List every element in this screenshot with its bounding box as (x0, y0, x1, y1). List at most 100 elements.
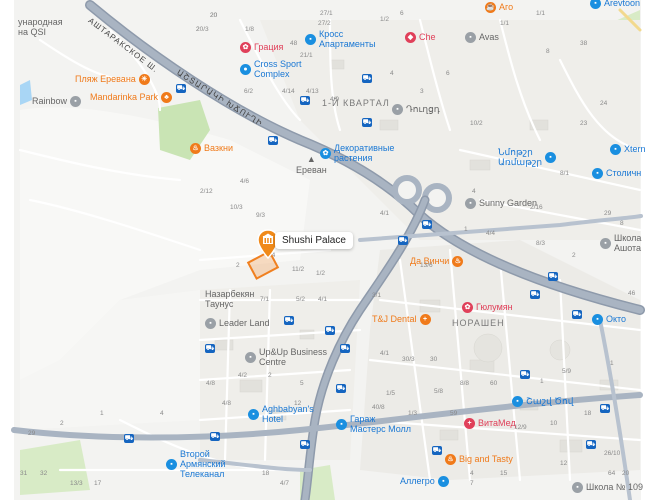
house-number: 1/1 (536, 10, 546, 17)
bus-stop-icon[interactable]: ⛟ (362, 118, 372, 127)
poi-cross-sport[interactable]: ● Cross Sport Complex (240, 59, 302, 80)
bus-stop-icon[interactable]: ⛟ (398, 236, 408, 245)
shop-icon: ▪ (592, 314, 603, 325)
house-number: 12 (560, 460, 568, 467)
poi-xtern[interactable]: ▪ Xtern (610, 144, 646, 155)
bus-stop-icon[interactable]: ⛟ (284, 316, 294, 325)
house-number: 8/3 (536, 240, 546, 247)
poi-allegro[interactable]: Аллегро ▪ (400, 476, 449, 487)
bus-stop-icon[interactable]: ⛟ (530, 290, 540, 299)
poi-dekor[interactable]: ✿ Декоративные растения (320, 143, 394, 164)
poi-qsi[interactable]: унарoдная на QSI (18, 17, 63, 38)
house-number: 4 (160, 410, 164, 417)
bus-stop-icon[interactable]: ⛟ (600, 404, 610, 413)
poi-leader-land[interactable]: ▪ Leader Land (205, 318, 270, 329)
house-number: 29 (604, 210, 612, 217)
poi-school-109[interactable]: ▪ Школа № 109 (572, 482, 643, 493)
house-number: 8 (620, 220, 624, 227)
poi-vitamed[interactable]: + ВитаМед (464, 418, 516, 429)
bus-stop-icon[interactable]: ⛟ (176, 84, 186, 93)
house-number: 8 (546, 48, 550, 55)
house-number: 3/1 (372, 292, 382, 299)
bus-stop-icon[interactable]: ⛟ (340, 344, 350, 353)
poi-arevtoon[interactable]: ▪ Arevtoon (590, 0, 640, 9)
poi-shashvt[interactable]: ▪ Շաշվ Ծով (512, 396, 573, 407)
poi-che[interactable]: ◆ Che (405, 32, 436, 43)
bus-stop-icon[interactable]: ⛟ (300, 440, 310, 449)
house-number: 17 (94, 480, 102, 487)
poi-kross[interactable]: ▪ Кросс Апартаменты (305, 29, 375, 50)
poi-avas[interactable]: ▪ Avas (465, 32, 499, 43)
poi-nmotshr[interactable]: Նմոթշր Առմաթշր ▪ (498, 147, 557, 168)
poi-vazkni[interactable]: ♨ Вазкни (190, 143, 233, 154)
selected-place-label[interactable]: Shushi Palace (275, 232, 353, 249)
house-number: 18 (262, 470, 270, 477)
house-number: 3 (420, 88, 424, 95)
park-icon: ♣ (161, 92, 173, 103)
bus-stop-icon[interactable]: ⛟ (432, 446, 442, 455)
school-icon: ▪ (572, 482, 583, 493)
poi-big-tasty[interactable]: ♨ Big and Tasty (445, 454, 513, 465)
house-number: 20 (622, 470, 630, 477)
house-number: 1/8 (245, 26, 255, 33)
poi-garazh[interactable]: ▪ Гараж Мастерс Молл (336, 414, 411, 435)
bus-stop-icon[interactable]: ⛟ (422, 220, 432, 229)
restaurant-icon: ♨ (445, 454, 456, 465)
house-number: 4/9 (330, 96, 340, 103)
bus-stop-icon[interactable]: ⛟ (362, 74, 372, 83)
map-view[interactable]: АШТАРАКСКОЕ Ш. ԱՇՏԱՐԱԿԻ ԽՃՈՒՂԻ 1-Й КВАРТ… (0, 0, 655, 500)
house-number: 4/6 (240, 178, 250, 185)
house-number: 1 (610, 360, 614, 367)
bus-stop-icon[interactable]: ⛟ (572, 310, 582, 319)
poi-upup[interactable]: ▪ Up&Up Business Centre (245, 347, 327, 368)
poi-yerevan[interactable]: ▲ Ереван (296, 154, 327, 176)
poi-ago[interactable]: ☕ Аго (485, 2, 513, 13)
bus-stop-icon[interactable]: ⛟ (548, 272, 558, 281)
house-number: 4/1 (318, 296, 328, 303)
poi-nazarbekyan[interactable]: Назарбекян Таунус (205, 289, 254, 310)
house-number: 4 (390, 70, 394, 77)
house-number: 10 (550, 420, 558, 427)
poi-rainbow[interactable]: Rainbow ▪ (32, 96, 82, 107)
shop-icon: ▪ (512, 396, 523, 407)
house-number: 59 (450, 410, 458, 417)
house-number: 24 (600, 100, 608, 107)
house-number: 4/8 (206, 380, 216, 387)
house-number: 4/14 (282, 88, 295, 95)
bus-stop-icon[interactable]: ⛟ (520, 370, 530, 379)
house-number: 18 (584, 410, 592, 417)
poi-da-vinchi[interactable]: Да Винчи ♨ (410, 256, 464, 267)
bus-stop-icon[interactable]: ⛟ (205, 344, 215, 353)
poi-gracia[interactable]: ✿ Грация (240, 42, 283, 53)
poi-aghbabyan[interactable]: ▪ Aghbabyan's Hotel (248, 404, 314, 425)
house-number: 8/8 (460, 380, 470, 387)
house-number: 2/12 (200, 188, 213, 195)
poi-gyulumyan[interactable]: ✿ Гюлумян (462, 302, 513, 313)
poi-tj-dental[interactable]: T&J Dental + (372, 314, 431, 325)
bus-stop-icon[interactable]: ⛟ (336, 384, 346, 393)
house-number: 4 (470, 470, 474, 477)
shop-icon: ▪ (70, 96, 82, 107)
bus-stop-icon[interactable]: ⛟ (586, 440, 596, 449)
poi-mandarinka[interactable]: Mandarinka Park ♣ (90, 92, 173, 103)
poi-shkola-ashot[interactable]: ▪ Школа Ашота (600, 233, 641, 254)
poi-sunny-garden[interactable]: ▪ Sunny Garden (465, 198, 537, 209)
bus-stop-icon[interactable]: ⛟ (325, 326, 335, 335)
house-number: 1/5 (386, 390, 396, 397)
house-number: 1/2 (316, 270, 326, 277)
restaurant-icon: ♨ (452, 256, 464, 267)
poi-plyazh[interactable]: Пляж Еревана ☀ (75, 74, 150, 85)
bus-stop-icon[interactable]: ⛟ (210, 432, 220, 441)
bus-stop-icon[interactable]: ⛟ (300, 96, 310, 105)
house-number: 31 (20, 470, 28, 477)
poi-okto[interactable]: ▪ Окто (592, 314, 626, 325)
house-number: 5/9 (562, 368, 572, 375)
poi-stolichn[interactable]: ▪ Столичн (592, 168, 641, 179)
poi-vtoroy[interactable]: ▪ Второй Армянский Телеканал (166, 449, 226, 480)
bus-stop-icon[interactable]: ⛟ (268, 136, 278, 145)
medical-icon: + (464, 418, 475, 429)
bus-stop-icon[interactable]: ⛟ (124, 434, 134, 443)
house-number: 4/4 (486, 230, 496, 237)
mall-icon: ▪ (336, 419, 347, 431)
poi-dugtsg[interactable]: ▪ Դուղցդ (392, 104, 440, 115)
